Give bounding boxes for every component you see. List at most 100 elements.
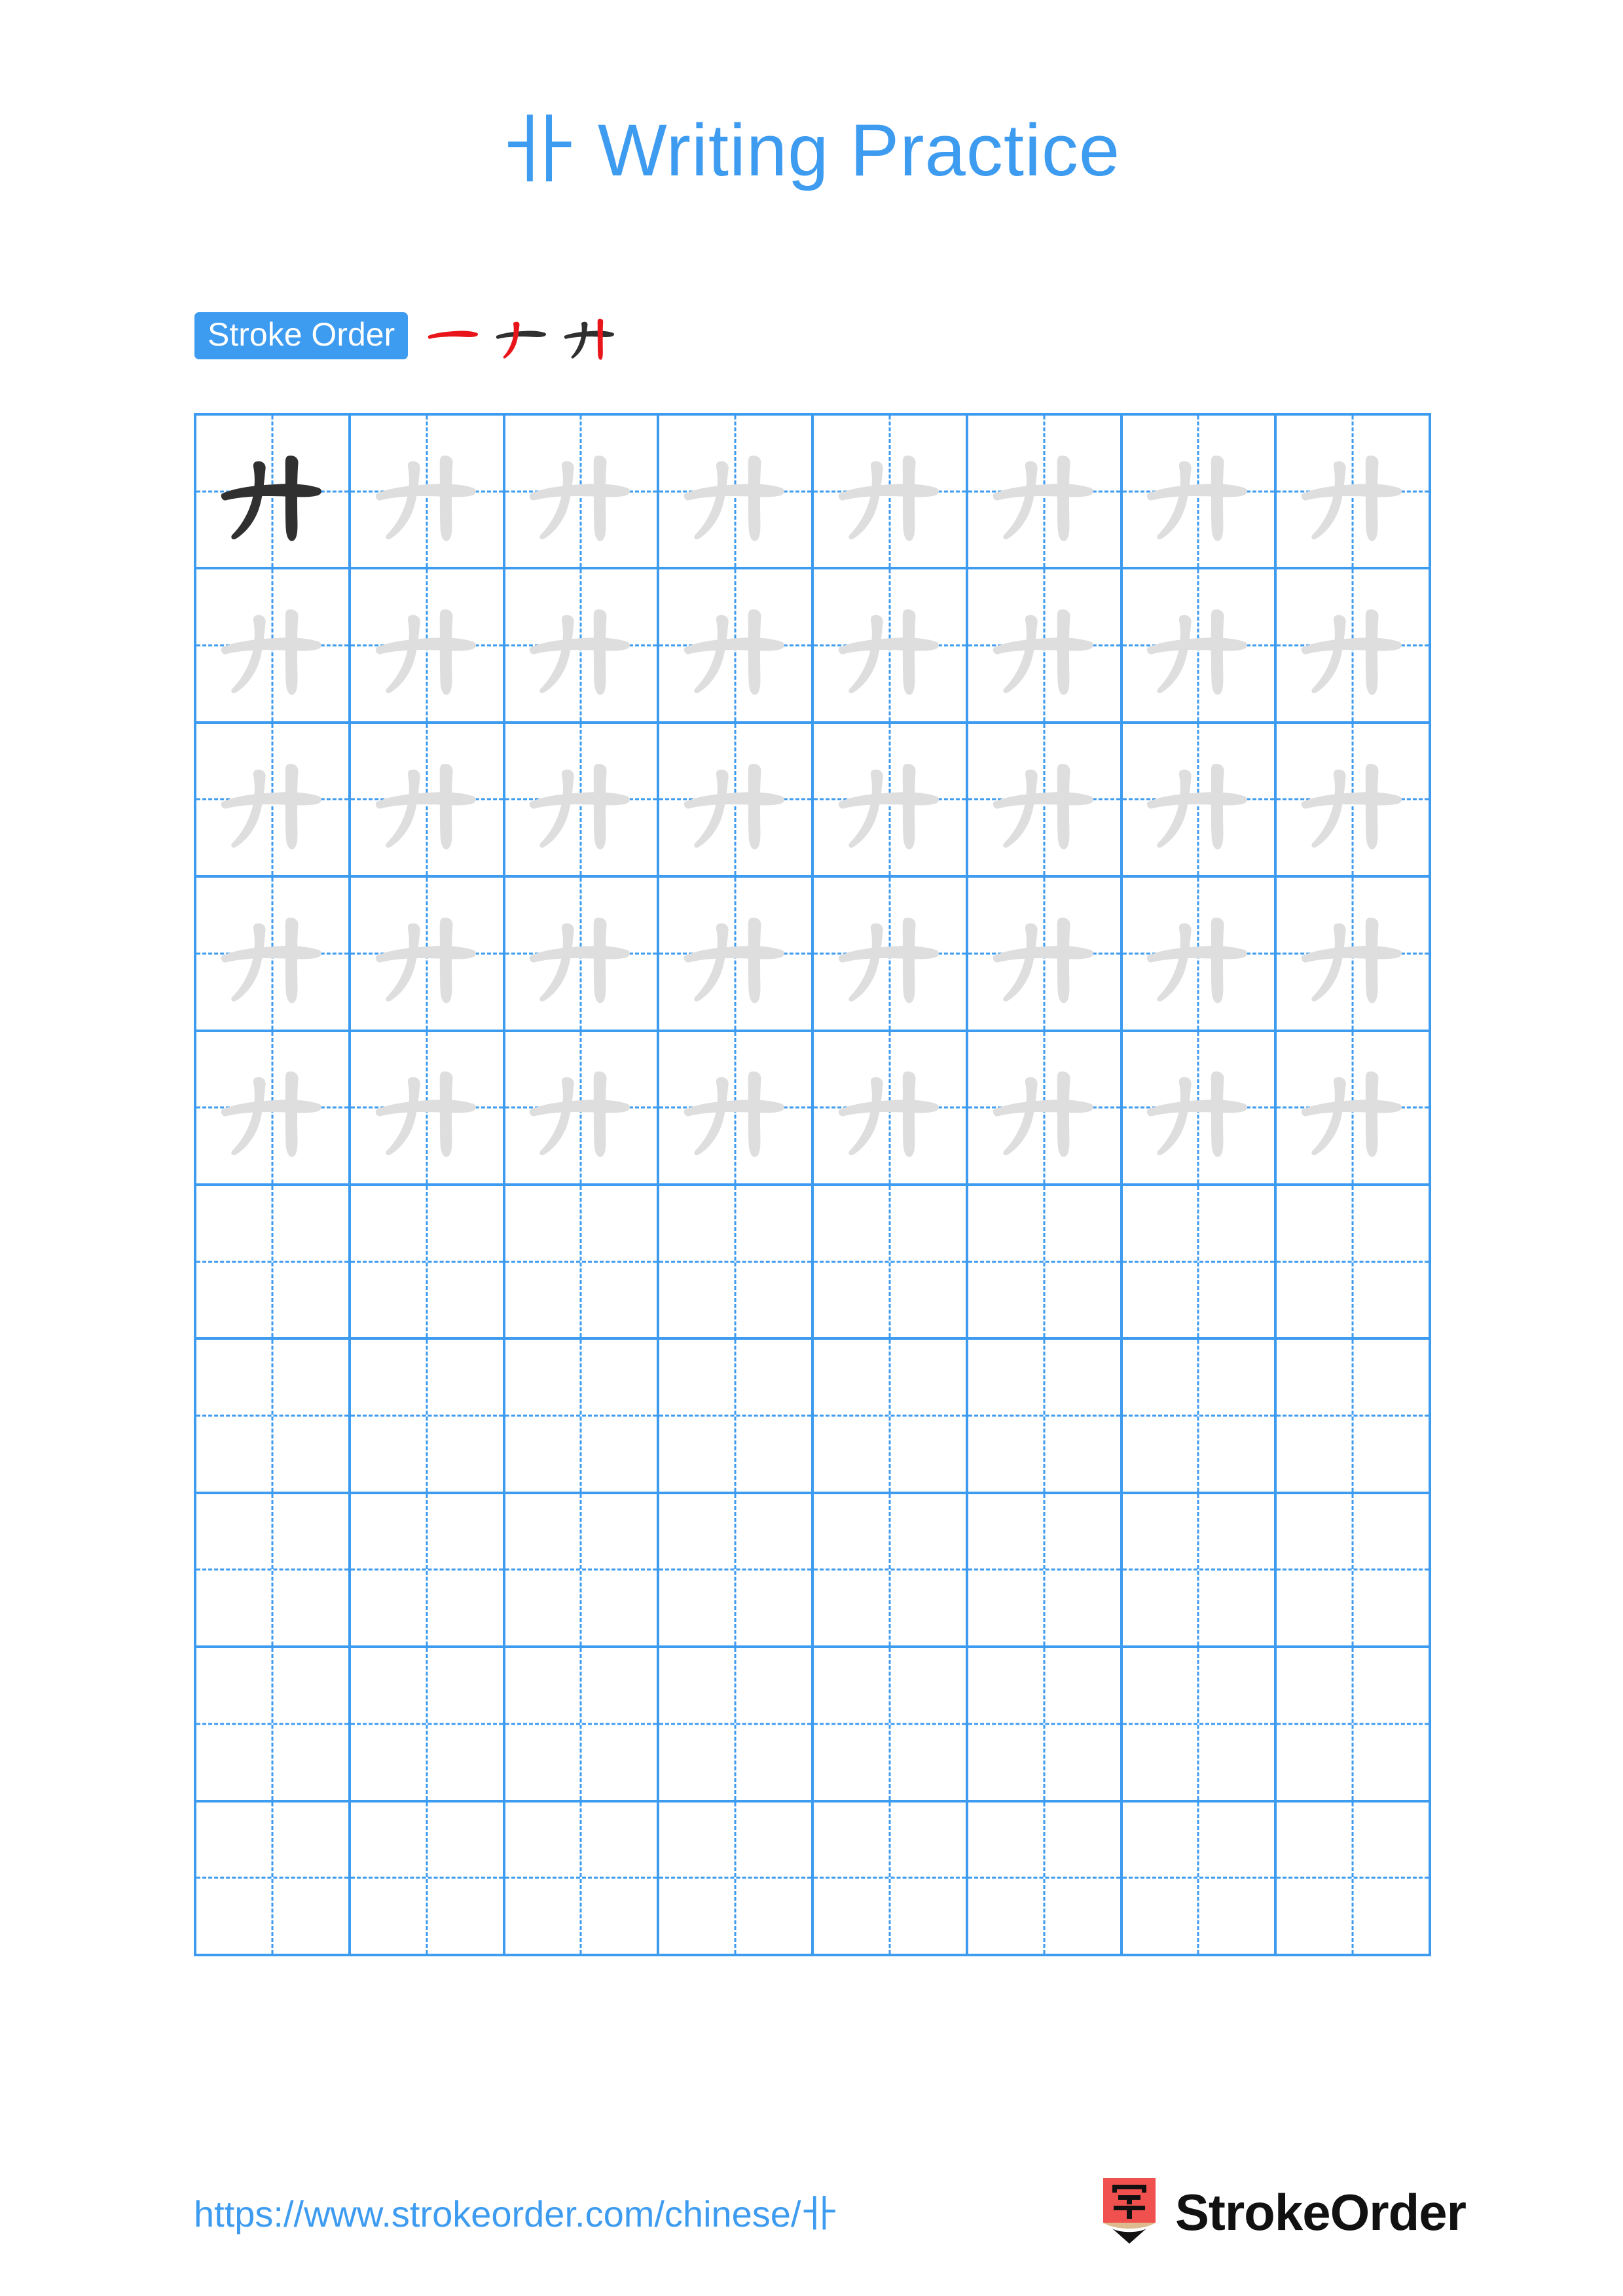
practice-cell[interactable] — [814, 878, 968, 1032]
practice-cell[interactable] — [659, 1340, 814, 1494]
worksheet-page: 卝 Writing Practice Stroke Order https://… — [0, 0, 1623, 2296]
practice-cell[interactable] — [659, 1802, 814, 1956]
practice-cell[interactable] — [1277, 569, 1431, 724]
practice-cell[interactable] — [1122, 1340, 1277, 1494]
practice-cell[interactable] — [968, 416, 1123, 570]
footer-url-link[interactable]: https://www.strokeorder.com/chinese/卝 — [194, 2185, 838, 2238]
practice-cell[interactable] — [814, 1802, 968, 1956]
practice-cell[interactable] — [659, 1494, 814, 1649]
practice-cell[interactable] — [1277, 1648, 1431, 1803]
trace-character — [968, 416, 1120, 567]
practice-cell[interactable] — [1122, 1031, 1277, 1186]
practice-cell[interactable] — [814, 1031, 968, 1186]
practice-cell[interactable] — [350, 1185, 505, 1340]
practice-cell[interactable] — [659, 723, 814, 878]
practice-cell[interactable] — [505, 878, 660, 1032]
practice-cell[interactable] — [196, 878, 351, 1032]
practice-cell[interactable] — [814, 723, 968, 878]
practice-cell[interactable] — [196, 723, 351, 878]
practice-cell[interactable] — [505, 1031, 660, 1186]
practice-cell[interactable] — [814, 1340, 968, 1494]
practice-cell[interactable] — [659, 1185, 814, 1340]
practice-cell[interactable] — [196, 1648, 351, 1803]
trace-character — [196, 724, 348, 875]
brand-name: StrokeOrder — [1175, 2183, 1467, 2241]
practice-cell[interactable] — [1277, 416, 1431, 570]
practice-cell[interactable] — [659, 569, 814, 724]
trace-character — [968, 878, 1120, 1029]
practice-cell[interactable] — [1277, 1802, 1431, 1956]
practice-cell[interactable] — [1277, 1031, 1431, 1186]
practice-cell[interactable] — [968, 1648, 1123, 1803]
model-character — [196, 416, 348, 567]
practice-cell[interactable] — [1122, 1185, 1277, 1340]
practice-cell[interactable] — [1122, 1648, 1277, 1803]
brand-logo: StrokeOrder — [1099, 2173, 1467, 2251]
practice-cell[interactable] — [196, 1802, 351, 1956]
practice-cell[interactable] — [814, 1494, 968, 1649]
practice-cell[interactable] — [350, 1494, 505, 1649]
practice-cell[interactable] — [505, 723, 660, 878]
practice-cell[interactable] — [350, 1648, 505, 1803]
practice-cell[interactable] — [968, 1802, 1123, 1956]
practice-cell[interactable] — [659, 1648, 814, 1803]
practice-cell[interactable] — [968, 723, 1123, 878]
practice-cell[interactable] — [1122, 723, 1277, 878]
practice-cell[interactable] — [196, 1031, 351, 1186]
practice-cell[interactable] — [505, 569, 660, 724]
trace-character — [505, 724, 657, 875]
practice-cell[interactable] — [659, 416, 814, 570]
practice-cell[interactable] — [814, 416, 968, 570]
trace-character — [659, 724, 811, 875]
practice-cell[interactable] — [1277, 1185, 1431, 1340]
practice-cell[interactable] — [968, 878, 1123, 1032]
practice-cell[interactable] — [196, 1185, 351, 1340]
practice-cell[interactable] — [196, 1494, 351, 1649]
practice-cell[interactable] — [1122, 878, 1277, 1032]
practice-cell[interactable] — [196, 569, 351, 724]
practice-cell[interactable] — [814, 1648, 968, 1803]
trace-character — [968, 569, 1120, 721]
practice-cell[interactable] — [1122, 1802, 1277, 1956]
trace-character — [1123, 416, 1275, 567]
practice-cell[interactable] — [814, 1185, 968, 1340]
practice-cell[interactable] — [350, 723, 505, 878]
trace-character — [196, 1032, 348, 1183]
practice-cell[interactable] — [968, 1185, 1123, 1340]
stroke-order-badge: Stroke Order — [194, 312, 409, 359]
practice-cell[interactable] — [1277, 878, 1431, 1032]
practice-cell[interactable] — [505, 1340, 660, 1494]
practice-cell[interactable] — [505, 416, 660, 570]
practice-cell[interactable] — [350, 1340, 505, 1494]
practice-cell[interactable] — [350, 1802, 505, 1956]
practice-cell[interactable] — [505, 1802, 660, 1956]
practice-cell[interactable] — [968, 1340, 1123, 1494]
practice-cell[interactable] — [814, 569, 968, 724]
practice-cell[interactable] — [659, 1031, 814, 1186]
practice-cell[interactable] — [968, 1494, 1123, 1649]
practice-cell[interactable] — [350, 416, 505, 570]
practice-cell[interactable] — [505, 1185, 660, 1340]
trace-character — [505, 878, 657, 1029]
practice-cell[interactable] — [968, 1031, 1123, 1186]
practice-cell[interactable] — [350, 878, 505, 1032]
practice-cell[interactable] — [505, 1494, 660, 1649]
practice-cell[interactable] — [1122, 569, 1277, 724]
practice-cell[interactable] — [196, 416, 351, 570]
practice-cell[interactable] — [1277, 1494, 1431, 1649]
practice-cell[interactable] — [659, 878, 814, 1032]
practice-cell[interactable] — [350, 569, 505, 724]
trace-character — [1277, 1032, 1429, 1183]
practice-cell[interactable] — [1122, 416, 1277, 570]
practice-cell[interactable] — [350, 1031, 505, 1186]
practice-cell[interactable] — [505, 1648, 660, 1803]
practice-cell[interactable] — [1122, 1494, 1277, 1649]
trace-character — [1277, 416, 1429, 567]
stroke-order-section: Stroke Order — [194, 309, 628, 363]
practice-cell[interactable] — [196, 1340, 351, 1494]
page-title-character: 卝 — [502, 108, 577, 193]
practice-cell[interactable] — [1277, 723, 1431, 878]
practice-cell[interactable] — [1277, 1340, 1431, 1494]
practice-cell[interactable] — [968, 569, 1123, 724]
stroke-order-steps — [424, 306, 628, 366]
